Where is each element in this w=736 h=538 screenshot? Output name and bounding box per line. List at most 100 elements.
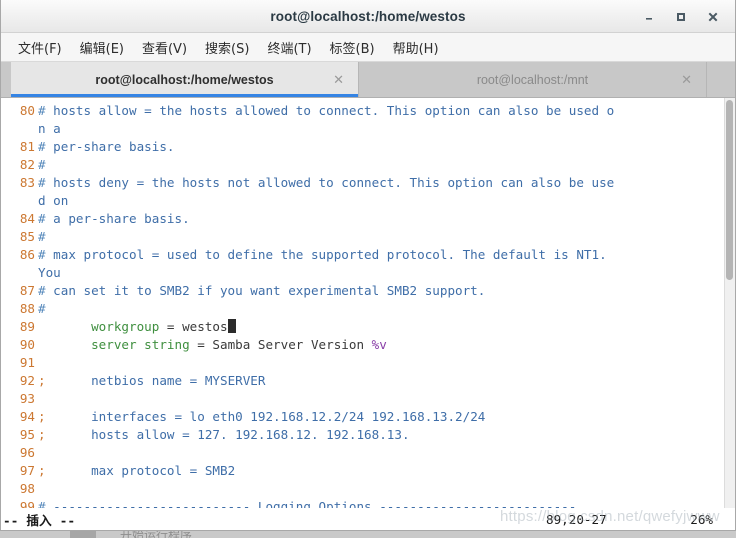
code-segment: hosts allow = the hosts allowed to conne… — [53, 103, 615, 118]
code-segment: %v — [371, 337, 387, 352]
code-segment: ; — [38, 409, 46, 424]
editor-line: 89 workgroup = westos — [3, 318, 735, 336]
code-segment: You — [38, 265, 61, 280]
editor-line: 83 # hosts deny = the hosts not allowed t… — [3, 174, 735, 192]
code-segment: n a — [38, 121, 61, 136]
code-segment: ; — [38, 373, 46, 388]
menu-view[interactable]: 查看(V) — [133, 36, 196, 59]
desktop-strip-label: 开始运行程序 — [120, 531, 193, 538]
tab-bar: root@localhost:/home/westos ✕ root@local… — [1, 62, 735, 98]
editor-line: 86 # max protocol = used to define the su… — [3, 246, 735, 264]
minimize-button[interactable] — [641, 9, 657, 25]
line-number: 98 — [19, 481, 35, 496]
window-controls — [641, 0, 729, 33]
editor-line: ..n a — [3, 120, 735, 138]
code-segment: = westos — [159, 319, 228, 334]
maximize-button[interactable] — [673, 9, 689, 25]
tab-home-westos[interactable]: root@localhost:/home/westos ✕ — [11, 62, 359, 97]
tab-close-icon[interactable]: ✕ — [333, 73, 344, 86]
vim-status-bar: -- 插入 -- 89,20-27 26% — [1, 508, 735, 530]
menu-file[interactable]: 文件(F) — [9, 36, 71, 59]
line-number: 95 — [19, 427, 35, 442]
menu-help[interactable]: 帮助(H) — [384, 36, 448, 59]
terminal-scrollbar[interactable] — [724, 98, 735, 508]
tab-mnt[interactable]: root@localhost:/mnt ✕ — [359, 62, 707, 97]
code-segment: can set it to SMB2 if you want experimen… — [53, 283, 486, 298]
code-segment: d on — [38, 193, 69, 208]
desktop-strip: 开始运行程序 — [0, 531, 736, 538]
code-segment: hosts allow = 127. 192.168.12. 192.168.1… — [45, 427, 410, 442]
desktop-strip-chip — [70, 531, 96, 538]
line-number: .. — [3, 264, 35, 282]
menu-terminal[interactable]: 终端(T) — [258, 36, 320, 59]
code-segment: a per-share basis. — [53, 211, 190, 226]
line-number: 82 — [19, 157, 35, 172]
code-segment: per-share basis. — [53, 139, 175, 154]
terminal-output[interactable]: 80 # hosts allow = the hosts allowed to c… — [1, 98, 735, 508]
code-segment: netbios name = MYSERVER — [45, 373, 266, 388]
code-segment: interfaces = lo eth0 192.168.12.2/24 192… — [45, 409, 486, 424]
line-number: 80 — [19, 103, 35, 118]
code-segment: workgroup — [91, 319, 160, 334]
editor-line: 87 # can set it to SMB2 if you want exper… — [3, 282, 735, 300]
editor-line: 96 — [3, 444, 735, 462]
scrollbar-thumb[interactable] — [726, 100, 733, 280]
line-number: 94 — [19, 409, 35, 424]
line-number: .. — [3, 120, 35, 138]
window-title: root@localhost:/home/westos — [270, 8, 466, 24]
editor-line: ..d on — [3, 192, 735, 210]
code-segment: max protocol = SMB2 — [45, 463, 236, 478]
code-segment: hosts deny = the hosts not allowed to co… — [53, 175, 615, 190]
editor-line: ..You — [3, 264, 735, 282]
code-segment: # — [38, 499, 54, 508]
editor-line: 93 — [3, 390, 735, 408]
editor-line: 84 # a per-share basis. — [3, 210, 735, 228]
line-number: .. — [3, 192, 35, 210]
line-number: 91 — [19, 355, 35, 370]
code-segment: # — [38, 229, 46, 244]
code-segment: # — [38, 283, 54, 298]
editor-lines: 80 # hosts allow = the hosts allowed to c… — [3, 102, 735, 508]
tab-label: root@localhost:/mnt — [476, 72, 589, 87]
terminal-window: root@localhost:/home/westos 文件(F) 编辑(E) … — [0, 0, 736, 531]
code-segment: server string — [91, 337, 190, 352]
screen-root: 开始运行程序 root@localhost:/home/westos 文件(F)… — [0, 0, 736, 538]
editor-line: 91 — [3, 354, 735, 372]
line-number: 84 — [19, 211, 35, 226]
code-segment: # — [38, 175, 54, 190]
editor-line: 90 server string = Samba Server Version … — [3, 336, 735, 354]
editor-line: 95; hosts allow = 127. 192.168.12. 192.1… — [3, 426, 735, 444]
line-number: 85 — [19, 229, 35, 244]
line-number: 86 — [19, 247, 35, 262]
editor-line: 98 — [3, 480, 735, 498]
line-number: 96 — [19, 445, 35, 460]
menu-bar: 文件(F) 编辑(E) 查看(V) 搜索(S) 终端(T) 标签(B) 帮助(H… — [1, 33, 735, 62]
editor-line: 88 # — [3, 300, 735, 318]
tab-close-icon[interactable]: ✕ — [681, 73, 692, 86]
close-button[interactable] — [705, 9, 721, 25]
line-number: 88 — [19, 301, 35, 316]
cursor-position: 89,20-27 — [546, 512, 607, 527]
line-number: 92 — [19, 373, 35, 388]
line-number: 93 — [19, 391, 35, 406]
line-number: 99 — [19, 499, 35, 508]
code-segment: # — [38, 211, 54, 226]
scroll-percent: 26% — [690, 512, 713, 527]
line-number: 97 — [19, 463, 35, 478]
menu-edit[interactable]: 编辑(E) — [71, 36, 133, 59]
editor-line: 82 # — [3, 156, 735, 174]
menu-tabs[interactable]: 标签(B) — [321, 36, 384, 59]
code-segment: -------------------------- Logging Optio… — [53, 499, 577, 508]
code-segment: # — [38, 247, 54, 262]
editor-line: 99 # -------------------------- Logging O… — [3, 498, 735, 508]
text-cursor — [227, 319, 236, 333]
code-segment: # — [38, 157, 46, 172]
line-number: 83 — [19, 175, 35, 190]
menu-search[interactable]: 搜索(S) — [196, 36, 258, 59]
code-segment: ; — [38, 463, 46, 478]
line-number: 87 — [19, 283, 35, 298]
code-segment: = Samba Server Version — [189, 337, 372, 352]
code-segment: max protocol = used to define the suppor… — [53, 247, 607, 262]
